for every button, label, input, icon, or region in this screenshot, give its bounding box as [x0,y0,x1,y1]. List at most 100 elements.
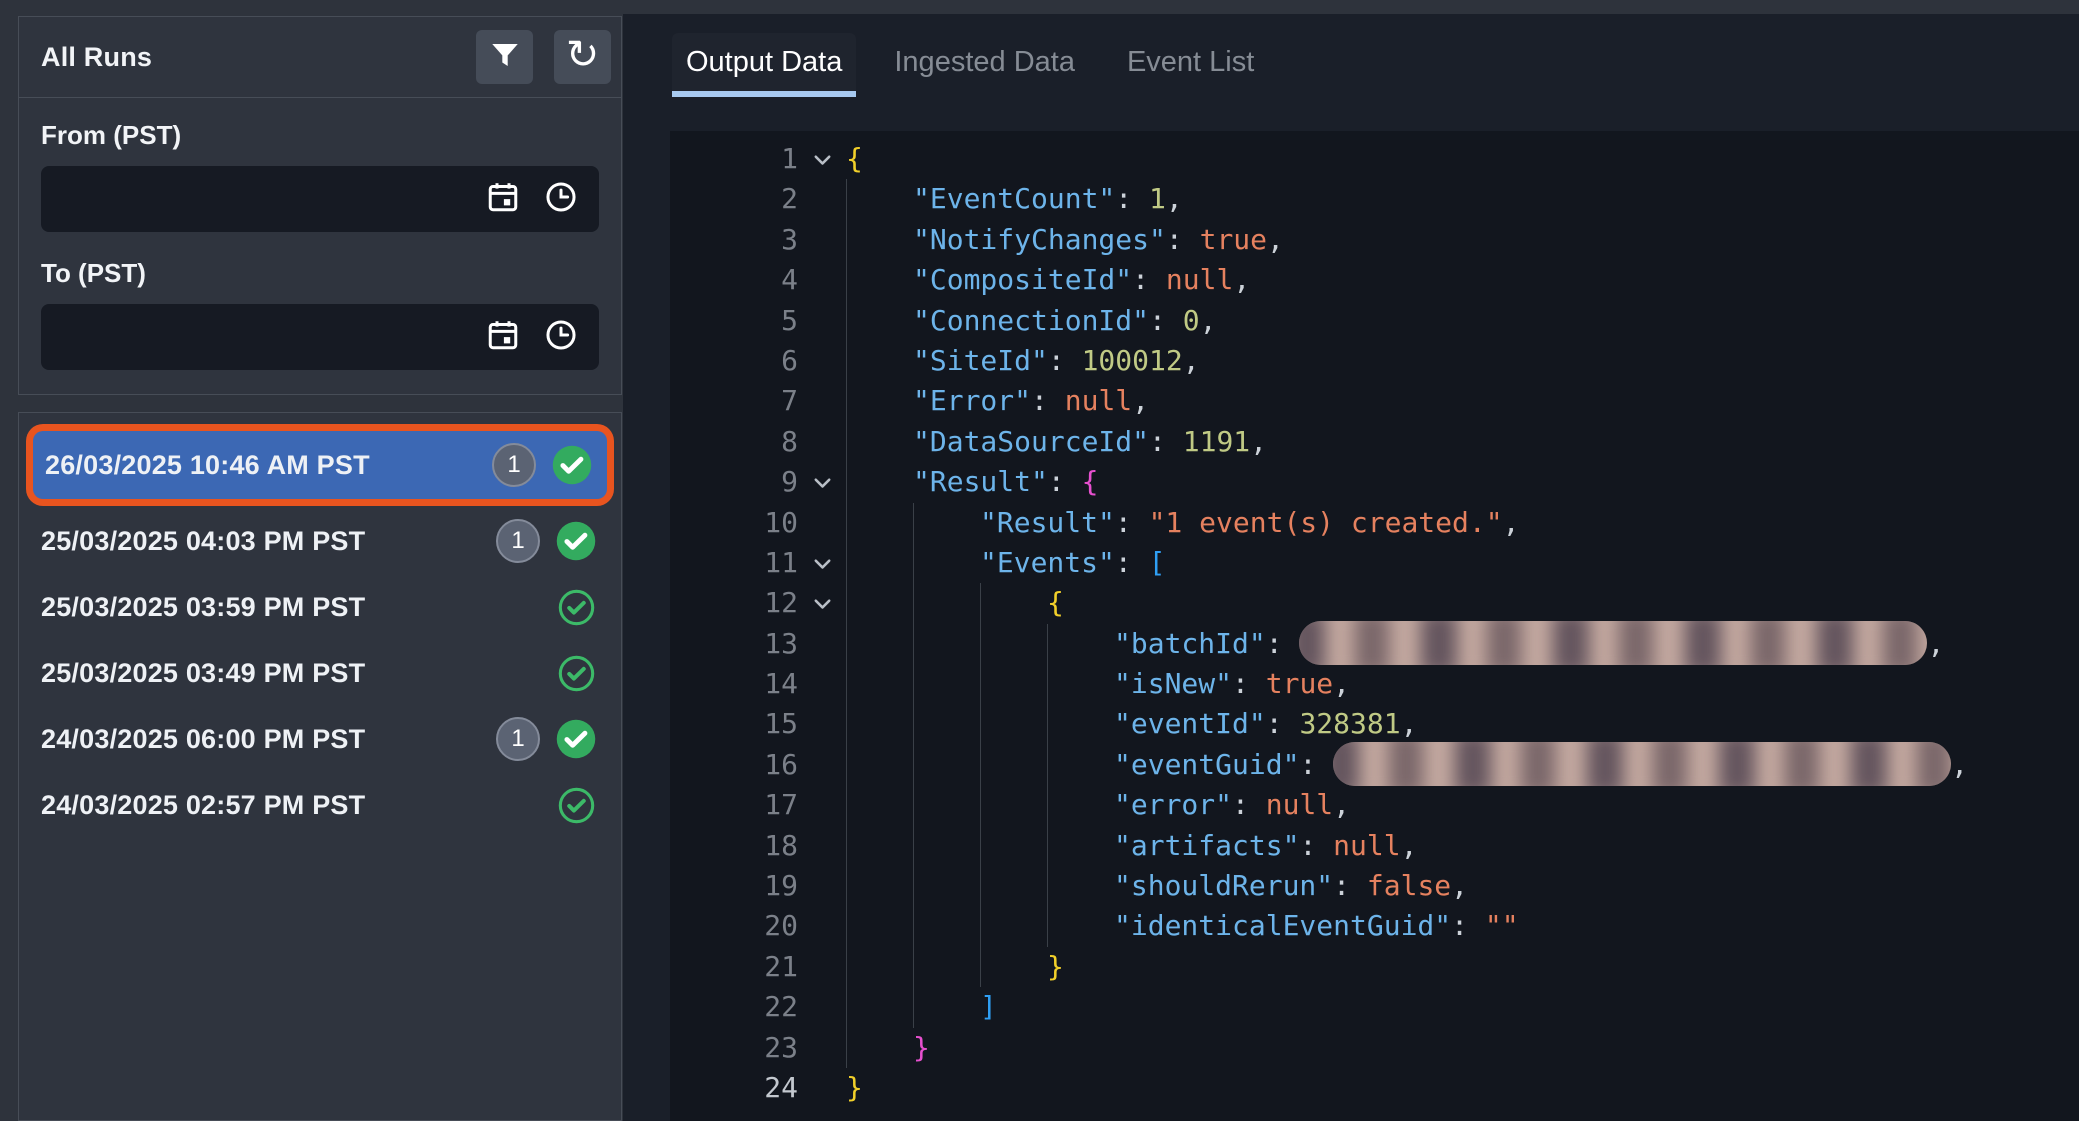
code-token: : [1115,506,1149,539]
code-line: 22] [670,987,2079,1027]
line-number: 19 [670,866,798,906]
code-text: ] [846,987,2079,1027]
runs-filter-card: All Runs ↻ From (PST) [18,16,622,395]
code-token: , [1951,748,1968,781]
redacted-value-blur [1333,742,1951,786]
code-token: , [1451,869,1468,902]
code-token: "eventGuid" [1114,748,1299,781]
tab-label: Ingested Data [894,46,1075,79]
code-token: : [1115,182,1149,215]
code-token: : [1149,425,1183,458]
run-list-item[interactable]: 25/03/2025 03:49 PM PST [29,641,611,705]
date-filters: From (PST) [19,98,621,370]
code-token: , [1927,627,1944,660]
run-timestamp: 26/03/2025 10:46 AM PST [45,450,370,481]
code-token: true [1200,223,1267,256]
clock-icon[interactable] [543,179,579,220]
from-date-input[interactable] [41,166,599,232]
code-token: "DataSourceId" [913,425,1149,458]
tab-event-list[interactable]: Event List [1113,33,1268,97]
code-token: , [1401,829,1418,862]
fold-gutter [798,987,846,1027]
code-token: : [1115,546,1149,579]
json-editor[interactable]: 1{2"EventCount": 1,3"NotifyChanges": tru… [670,131,2079,1121]
code-line: 18"artifacts": null, [670,826,2079,866]
run-list-item[interactable]: 25/03/2025 03:59 PM PST [29,575,611,639]
code-token: } [846,1071,863,1104]
code-text: "eventGuid": , [846,745,2079,785]
fold-gutter [798,745,846,785]
code-token: "Result" [980,506,1115,539]
code-token: : [1232,788,1266,821]
code-token: "1 event(s) created." [1149,506,1503,539]
code-token: { [1047,586,1064,619]
line-number: 16 [670,745,798,785]
tab-label: Output Data [686,46,842,79]
code-token: null [1333,829,1400,862]
code-token: null [1166,263,1233,296]
code-token: , [1166,182,1183,215]
code-token: 1 [1149,182,1166,215]
run-count-badge: 1 [496,519,540,563]
line-number: 14 [670,664,798,704]
code-text: "Events": [ [846,543,2079,583]
calendar-icon[interactable] [485,317,521,358]
code-text: } [846,947,2079,987]
code-line: 8"DataSourceId": 1191, [670,422,2079,462]
runs-sidebar: All Runs ↻ From (PST) [0,0,623,1121]
code-text: } [846,1028,2079,1068]
fold-gutter [798,866,846,906]
run-timestamp: 24/03/2025 06:00 PM PST [41,724,365,755]
fold-gutter [798,503,846,543]
code-token: : [1333,869,1367,902]
code-text: "identicalEventGuid": "" [846,906,2079,946]
fold-gutter [798,179,846,219]
code-token: "identicalEventGuid" [1114,909,1451,942]
filter-button[interactable] [476,30,533,84]
line-number: 20 [670,906,798,946]
code-text: "artifacts": null, [846,826,2079,866]
code-text: "EventCount": 1, [846,179,2079,219]
code-token: : [1232,667,1266,700]
line-number: 5 [670,301,798,341]
code-line: 1{ [670,139,2079,179]
code-text: "Result": { [846,462,2079,502]
run-list-item[interactable]: 24/03/2025 02:57 PM PST [29,773,611,837]
fold-chevron-down-icon[interactable] [798,462,846,502]
calendar-icon[interactable] [485,179,521,220]
code-token: "shouldRerun" [1114,869,1333,902]
code-token: , [1233,263,1250,296]
code-line: 3"NotifyChanges": true, [670,220,2079,260]
to-date-input[interactable] [41,304,599,370]
run-list-item[interactable]: 26/03/2025 10:46 AM PST 1 [33,431,607,499]
code-token: ] [980,990,997,1023]
code-line: 9"Result": { [670,462,2079,502]
code-line: 6"SiteId": 100012, [670,341,2079,381]
fold-chevron-down-icon[interactable] [798,139,846,179]
fold-chevron-down-icon[interactable] [798,543,846,583]
clock-icon[interactable] [543,317,579,358]
code-line: 21} [670,947,2079,987]
line-number: 6 [670,341,798,381]
run-list-item[interactable]: 25/03/2025 04:03 PM PST 1 [29,509,611,573]
code-token: "SiteId" [913,344,1048,377]
code-text: "NotifyChanges": true, [846,220,2079,260]
code-token: , [1250,425,1267,458]
code-token: : [1048,344,1082,377]
success-check-filled-icon [551,444,593,486]
sidebar-header: All Runs ↻ [19,17,621,98]
code-token: "ConnectionId" [913,304,1149,337]
refresh-button[interactable]: ↻ [554,30,611,84]
run-list-item[interactable]: 24/03/2025 06:00 PM PST 1 [29,707,611,771]
code-token: , [1132,384,1149,417]
code-token: , [1200,304,1217,337]
tab-ingested-data[interactable]: Ingested Data [880,33,1089,97]
fold-chevron-down-icon[interactable] [798,583,846,623]
line-number: 4 [670,260,798,300]
code-token: "error" [1114,788,1232,821]
code-line: 23} [670,1028,2079,1068]
code-line: 15"eventId": 328381, [670,704,2079,744]
tab-output-data[interactable]: Output Data [672,33,856,97]
code-token: : [1299,829,1333,862]
run-timestamp: 25/03/2025 04:03 PM PST [41,526,365,557]
